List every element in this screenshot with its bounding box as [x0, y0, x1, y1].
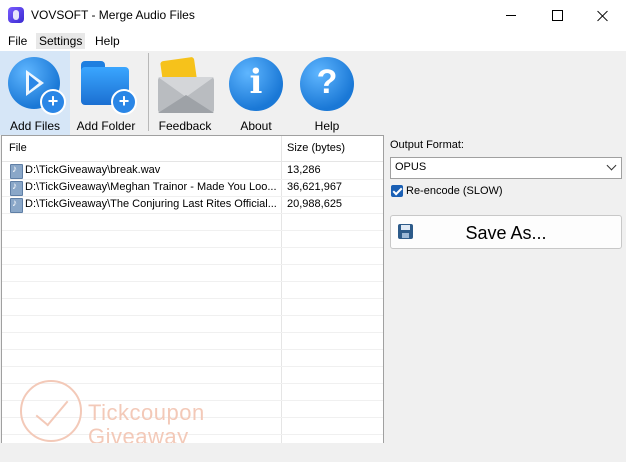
file-path: D:\TickGiveaway\The Conjuring Last Rites…: [25, 198, 277, 210]
empty-row: [2, 298, 383, 316]
close-icon: [597, 10, 609, 22]
chevron-down-icon: [606, 160, 617, 171]
output-format-label: Output Format:: [390, 139, 464, 151]
reencode-checkbox[interactable]: [391, 185, 403, 197]
empty-row: [2, 349, 383, 367]
app-icon: [8, 7, 24, 23]
title-bar: VOVSOFT - Merge Audio Files: [0, 0, 626, 31]
file-path: D:\TickGiveaway\Meghan Trainor - Made Yo…: [25, 181, 277, 193]
minimize-icon: [506, 15, 516, 16]
menu-settings[interactable]: Settings: [36, 33, 86, 49]
feedback-button[interactable]: Feedback: [150, 51, 220, 135]
empty-row: [2, 230, 383, 248]
about-button[interactable]: i About: [221, 51, 291, 135]
toolbar: + Add Files + Add Folder Feedback i Abou…: [0, 51, 626, 135]
minimize-button[interactable]: [488, 0, 534, 31]
list-item[interactable]: D:\TickGiveaway\Meghan Trainor - Made Yo…: [2, 179, 383, 197]
envelope-icon: [158, 56, 214, 113]
menu-file[interactable]: File: [5, 33, 30, 49]
question-icon: ?: [300, 57, 354, 111]
app-window: VOVSOFT - Merge Audio Files File Setting…: [0, 0, 626, 462]
add-folder-label: Add Folder: [76, 119, 136, 133]
help-label: Help: [314, 119, 340, 133]
menu-help[interactable]: Help: [92, 33, 123, 49]
menu-bar: File Settings Help: [0, 31, 626, 51]
save-as-label: Save As...: [465, 223, 547, 243]
add-folder-button[interactable]: + Add Folder: [71, 51, 141, 135]
file-size: 36,621,967: [287, 181, 343, 193]
save-as-button[interactable]: Save As...: [390, 215, 622, 249]
maximize-button[interactable]: [534, 0, 580, 31]
output-panel: Output Format: OPUS Re-encode (SLOW) Sav…: [384, 135, 626, 442]
audio-file-icon: [10, 164, 23, 179]
status-bar: [0, 443, 626, 462]
list-item[interactable]: D:\TickGiveaway\break.wav 13,286: [2, 162, 383, 180]
file-size: 20,988,625: [287, 198, 343, 210]
file-size: 13,286: [287, 164, 321, 176]
audio-file-icon: [10, 181, 23, 196]
folder-plus-icon: +: [79, 57, 137, 115]
list-item[interactable]: D:\TickGiveaway\The Conjuring Last Rites…: [2, 196, 383, 214]
add-files-label: Add Files: [9, 119, 61, 133]
empty-row: [2, 281, 383, 299]
audio-file-icon: [10, 198, 23, 213]
empty-row: [2, 315, 383, 333]
empty-row: [2, 247, 383, 265]
reencode-label[interactable]: Re-encode (SLOW): [406, 185, 503, 197]
empty-row: [2, 332, 383, 350]
add-files-icon: +: [8, 57, 66, 115]
column-header-file[interactable]: File: [9, 142, 27, 154]
feedback-label: Feedback: [158, 119, 212, 133]
output-format-select[interactable]: OPUS: [390, 157, 622, 179]
info-icon: i: [229, 57, 283, 111]
empty-row: [2, 213, 383, 231]
toolbar-separator: [148, 53, 149, 131]
column-header-size[interactable]: Size (bytes): [287, 142, 345, 154]
about-label: About: [240, 119, 272, 133]
output-format-value: OPUS: [395, 161, 427, 173]
empty-row: [2, 264, 383, 282]
help-button[interactable]: ? Help: [292, 51, 362, 135]
file-path: D:\TickGiveaway\break.wav: [25, 164, 161, 176]
list-header: File Size (bytes): [2, 136, 383, 162]
close-button[interactable]: [580, 0, 626, 31]
window-title: VOVSOFT - Merge Audio Files: [31, 8, 195, 22]
add-files-button[interactable]: + Add Files: [0, 51, 70, 135]
watermark-text: Tickcoupon: [88, 400, 205, 425]
maximize-icon: [551, 10, 563, 21]
